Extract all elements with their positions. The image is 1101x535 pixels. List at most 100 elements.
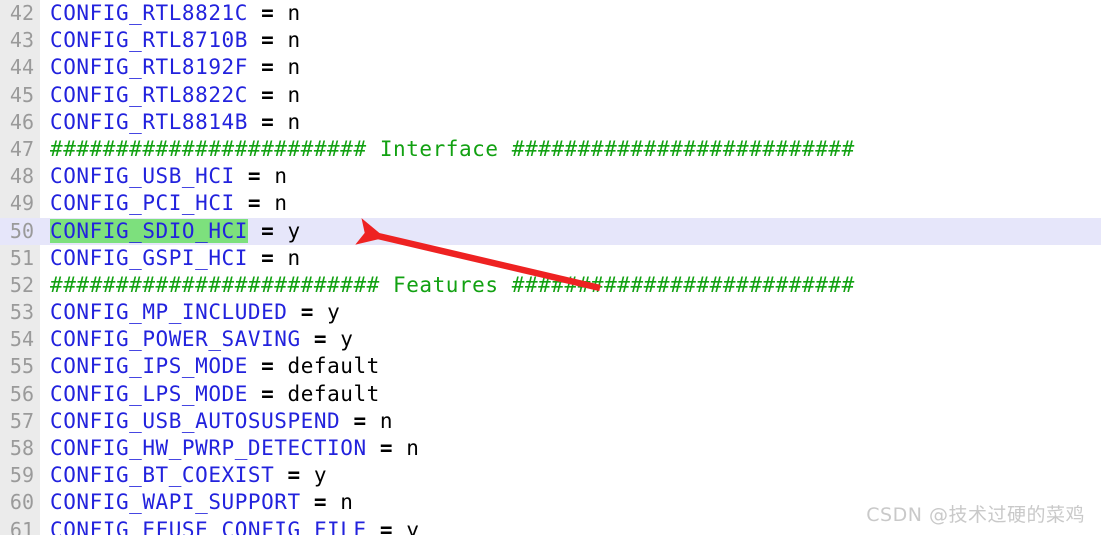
config-key[interactable]: CONFIG_IPS_MODE <box>50 354 248 378</box>
equals-sign: = <box>287 463 301 488</box>
line-number: 42 <box>9 1 34 25</box>
line-number: 48 <box>9 164 34 189</box>
code-line[interactable]: 44 CONFIG_RTL8192F = n <box>0 54 1101 81</box>
line-content[interactable]: ######################### Features #####… <box>40 272 855 299</box>
line-number: 57 <box>9 408 34 433</box>
config-value[interactable]: n <box>288 110 301 134</box>
code-line[interactable]: 59 CONFIG_BT_COEXIST = y <box>0 462 1101 489</box>
code-line[interactable]: 50 CONFIG_SDIO_HCI = y <box>0 217 1101 245</box>
line-content[interactable]: CONFIG_LPS_MODE = default <box>40 381 380 408</box>
config-value[interactable]: n <box>288 55 301 79</box>
code-line[interactable]: 58 CONFIG_HW_PWRP_DETECTION = n <box>0 435 1101 462</box>
code-line[interactable]: 45 CONFIG_RTL8822C = n <box>0 82 1101 109</box>
line-content[interactable]: CONFIG_IPS_MODE = default <box>40 353 380 380</box>
line-number: 53 <box>9 300 34 325</box>
config-key[interactable]: CONFIG_RTL8192F <box>50 55 248 79</box>
code-line[interactable]: 43 CONFIG_RTL8710B = n <box>0 27 1101 54</box>
config-value[interactable]: y <box>314 463 327 487</box>
comment-banner: ######################### Features #####… <box>50 272 855 297</box>
code-line[interactable]: 49 CONFIG_PCI_HCI = n <box>0 190 1101 217</box>
line-content[interactable]: CONFIG_RTL8192F = n <box>40 54 301 81</box>
code-line[interactable]: 55 CONFIG_IPS_MODE = default <box>0 353 1101 380</box>
line-number: 59 <box>9 463 34 488</box>
line-number: 46 <box>9 109 34 134</box>
config-key[interactable]: CONFIG_HW_PWRP_DETECTION <box>50 436 367 460</box>
code-line[interactable]: 48 CONFIG_USB_HCI = n <box>0 163 1101 190</box>
config-value[interactable]: n <box>406 436 419 460</box>
line-number: 61 <box>9 517 34 535</box>
config-key[interactable]: CONFIG_EFUSE_CONFIG_FILE <box>50 518 367 535</box>
line-number: 58 <box>9 436 34 460</box>
line-content[interactable]: CONFIG_HW_PWRP_DETECTION = n <box>40 435 419 462</box>
config-key-selected[interactable]: CONFIG_SDIO_HCI <box>50 218 248 243</box>
config-key[interactable]: CONFIG_MP_INCLUDED <box>50 300 287 324</box>
code-line[interactable]: 56 CONFIG_LPS_MODE = default <box>0 381 1101 408</box>
code-line[interactable]: 54 CONFIG_POWER_SAVING = y <box>0 326 1101 353</box>
config-key[interactable]: CONFIG_RTL8814B <box>50 110 248 134</box>
config-key[interactable]: CONFIG_LPS_MODE <box>50 382 248 406</box>
line-content[interactable]: CONFIG_RTL8822C = n <box>40 82 301 109</box>
code-line[interactable]: 46 CONFIG_RTL8814B = n <box>0 109 1101 136</box>
config-value[interactable]: n <box>288 1 301 25</box>
line-content[interactable]: CONFIG_EFUSE_CONFIG_FILE = y <box>40 517 419 535</box>
code-line[interactable]: 51 CONFIG_GSPI_HCI = n <box>0 245 1101 272</box>
line-content[interactable]: CONFIG_WAPI_SUPPORT = n <box>40 489 353 516</box>
config-value[interactable]: n <box>340 490 353 514</box>
code-line[interactable]: 52 ######################### Features ###… <box>0 272 1101 299</box>
line-number: 45 <box>9 82 34 107</box>
config-value[interactable]: default <box>288 354 380 378</box>
line-content[interactable]: CONFIG_USB_HCI = n <box>40 163 288 190</box>
config-key[interactable]: CONFIG_POWER_SAVING <box>50 327 301 351</box>
line-content[interactable]: CONFIG_PCI_HCI = n <box>40 190 288 217</box>
config-key[interactable]: CONFIG_GSPI_HCI <box>50 246 248 270</box>
line-content[interactable]: CONFIG_GSPI_HCI = n <box>40 245 301 272</box>
config-value[interactable]: n <box>274 191 287 215</box>
config-value[interactable]: y <box>406 518 419 535</box>
config-value[interactable]: default <box>288 382 380 406</box>
equals-sign: = <box>247 164 262 189</box>
line-content[interactable]: CONFIG_SDIO_HCI = y <box>40 218 301 245</box>
config-key[interactable]: CONFIG_WAPI_SUPPORT <box>50 490 301 514</box>
equals-sign: = <box>300 300 314 325</box>
config-key[interactable]: CONFIG_RTL8710B <box>50 28 248 52</box>
config-value[interactable]: y <box>327 300 340 324</box>
equals-sign: = <box>261 82 275 107</box>
config-value[interactable]: y <box>288 219 301 243</box>
line-number: 49 <box>9 191 34 216</box>
config-value[interactable]: n <box>288 246 301 270</box>
line-number: 51 <box>9 245 34 270</box>
line-content[interactable]: CONFIG_MP_INCLUDED = y <box>40 299 340 326</box>
config-key[interactable]: CONFIG_RTL8822C <box>50 83 248 107</box>
config-key[interactable]: CONFIG_BT_COEXIST <box>50 463 274 487</box>
equals-sign: = <box>261 381 275 406</box>
line-content[interactable]: CONFIG_RTL8814B = n <box>40 109 301 136</box>
config-key[interactable]: CONFIG_PCI_HCI <box>50 191 235 215</box>
code-line[interactable]: 53 CONFIG_MP_INCLUDED = y <box>0 299 1101 326</box>
config-value[interactable]: n <box>288 83 301 107</box>
config-key[interactable]: CONFIG_USB_AUTOSUSPEND <box>50 409 340 433</box>
line-content[interactable]: CONFIG_RTL8710B = n <box>40 27 301 54</box>
code-line[interactable]: 47 ######################## Interface ###… <box>0 136 1101 163</box>
equals-sign: = <box>261 28 275 53</box>
equals-sign: = <box>261 55 275 80</box>
line-number: 60 <box>9 490 34 515</box>
line-content[interactable]: CONFIG_BT_COEXIST = y <box>40 462 327 489</box>
line-content[interactable]: ######################## Interface #####… <box>40 136 855 163</box>
line-number: 52 <box>9 272 34 297</box>
line-number: 56 <box>9 381 34 406</box>
line-content[interactable]: CONFIG_RTL8821C = n <box>40 0 301 27</box>
config-value[interactable]: n <box>288 28 301 52</box>
code-line[interactable]: 57 CONFIG_USB_AUTOSUSPEND = n <box>0 408 1101 435</box>
config-value[interactable]: n <box>380 409 393 433</box>
config-value[interactable]: n <box>274 164 287 188</box>
config-key[interactable]: CONFIG_RTL8821C <box>50 1 248 25</box>
line-content[interactable]: CONFIG_POWER_SAVING = y <box>40 326 353 353</box>
config-value[interactable]: y <box>340 327 353 351</box>
equals-sign: = <box>261 245 275 270</box>
code-lines-container[interactable]: 42 CONFIG_RTL8821C = n 43 CONFIG_RTL8710B =… <box>0 0 1101 535</box>
config-key[interactable]: CONFIG_USB_HCI <box>50 164 235 188</box>
equals-sign: = <box>261 354 275 379</box>
code-line[interactable]: 42 CONFIG_RTL8821C = n <box>0 0 1101 27</box>
equals-sign: = <box>247 191 262 216</box>
line-content[interactable]: CONFIG_USB_AUTOSUSPEND = n <box>40 408 393 435</box>
